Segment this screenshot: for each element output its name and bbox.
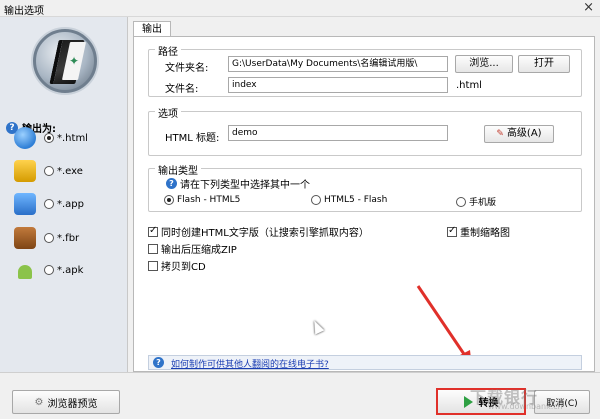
type-label-flash-html5: Flash - HTML5 <box>177 195 241 205</box>
folder-label: 文件夹名: <box>165 63 209 74</box>
browse-button[interactable]: 浏览... <box>455 55 513 73</box>
android-icon <box>14 259 36 281</box>
filename-label: 文件名: <box>165 84 199 95</box>
browser-preview-button[interactable]: ⚙ 浏览器预览 <box>12 390 120 414</box>
format-radio-app[interactable] <box>44 199 54 209</box>
zip-after-output-box[interactable] <box>148 243 158 254</box>
html-title-input[interactable]: demo <box>228 125 448 141</box>
redraw-thumbnails-box[interactable] <box>447 225 457 237</box>
type-option-html5-flash[interactable]: HTML5 - Flash <box>311 195 387 205</box>
filename-input[interactable]: index <box>228 77 448 93</box>
format-label-apk: *.apk <box>57 264 84 276</box>
type-option-mobile[interactable]: 手机版 <box>456 195 496 208</box>
book-icon <box>14 227 36 249</box>
zip-after-output-label: 输出后压缩成ZIP <box>161 245 237 256</box>
type-option-flash-html5[interactable]: Flash - HTML5 <box>164 195 240 205</box>
output-format-sidebar: ✦ ? 输出为: *.html *.exe *.app *.fbr *.apk <box>0 17 128 372</box>
create-text-version-checkbox[interactable]: 同时创建HTML文字版（让搜索引擎抓取内容） <box>148 224 369 239</box>
format-label-html: *.html <box>57 132 88 144</box>
open-button[interactable]: 打开 <box>518 55 570 73</box>
tab-output[interactable]: 输出 <box>133 21 171 37</box>
advanced-button-label: 高级(A) <box>506 128 542 139</box>
format-option-app[interactable]: *.app <box>14 193 84 215</box>
burn-to-cd-label: 拷贝到CD <box>161 262 206 273</box>
type-radio-flash-html5[interactable] <box>164 195 174 205</box>
type-radio-html5-flash[interactable] <box>311 195 321 205</box>
format-option-fbr[interactable]: *.fbr <box>14 227 79 249</box>
format-option-html[interactable]: *.html <box>14 127 88 149</box>
advanced-button[interactable]: ✎ 高级(A) <box>484 125 554 143</box>
output-type-hint-text: 请在下列类型中选择其中一个 <box>180 180 310 191</box>
format-label-exe: *.exe <box>57 165 83 177</box>
type-radio-mobile[interactable] <box>456 196 466 207</box>
globe-icon <box>14 127 36 149</box>
type-label-html5-flash: HTML5 - Flash <box>324 195 388 205</box>
output-type-hint: ? 请在下列类型中选择其中一个 <box>166 176 310 191</box>
zip-after-output-checkbox[interactable]: 输出后压缩成ZIP <box>148 241 237 256</box>
preview-icon: ⚙ <box>34 396 44 408</box>
format-radio-html[interactable] <box>44 133 54 143</box>
mac-finder-icon <box>14 193 36 215</box>
type-label-mobile: 手机版 <box>469 198 497 208</box>
path-group-title: 路径 <box>155 43 181 58</box>
create-text-version-box[interactable] <box>148 225 158 237</box>
advanced-settings-icon: ✎ <box>496 129 504 139</box>
help-icon: ? <box>153 357 164 368</box>
help-link[interactable]: 如何制作可供其他人翻阅的在线电子书? <box>171 357 329 370</box>
output-type-group-title: 输出类型 <box>155 162 201 177</box>
format-radio-exe[interactable] <box>44 166 54 176</box>
app-logo: ✦ <box>33 29 97 93</box>
options-group-title: 选项 <box>155 105 181 120</box>
browser-preview-label: 浏览器预览 <box>47 398 98 410</box>
burn-to-cd-box[interactable] <box>148 260 158 271</box>
create-text-version-label: 同时创建HTML文字版（让搜索引擎抓取内容） <box>161 228 369 239</box>
format-option-exe[interactable]: *.exe <box>14 160 83 182</box>
exe-icon <box>14 160 36 182</box>
format-radio-apk[interactable] <box>44 265 54 275</box>
window-title: 输出选项 <box>4 6 44 17</box>
close-icon[interactable]: × <box>583 0 594 15</box>
help-icon[interactable]: ? <box>166 178 177 189</box>
help-link-bar: ? 如何制作可供其他人翻阅的在线电子书? <box>148 355 582 370</box>
redraw-thumbnails-checkbox[interactable]: 重制缩略图 <box>447 224 510 239</box>
redraw-thumbnails-label: 重制缩略图 <box>460 228 510 239</box>
format-label-fbr: *.fbr <box>57 232 80 244</box>
format-label-app: *.app <box>57 198 85 210</box>
extension-label: .html <box>456 80 482 91</box>
folder-input[interactable]: G:\UserData\My Documents\名编辑试用版\ <box>228 56 448 72</box>
watermark-url: www.downbank.cn <box>488 402 563 411</box>
burn-to-cd-checkbox[interactable]: 拷贝到CD <box>148 258 206 273</box>
format-radio-fbr[interactable] <box>44 233 54 243</box>
logo-leaf-icon: ✦ <box>69 54 80 68</box>
html-title-label: HTML 标题: <box>165 133 220 144</box>
format-option-apk[interactable]: *.apk <box>14 259 83 281</box>
title-bar: 输出选项 × <box>0 0 600 17</box>
